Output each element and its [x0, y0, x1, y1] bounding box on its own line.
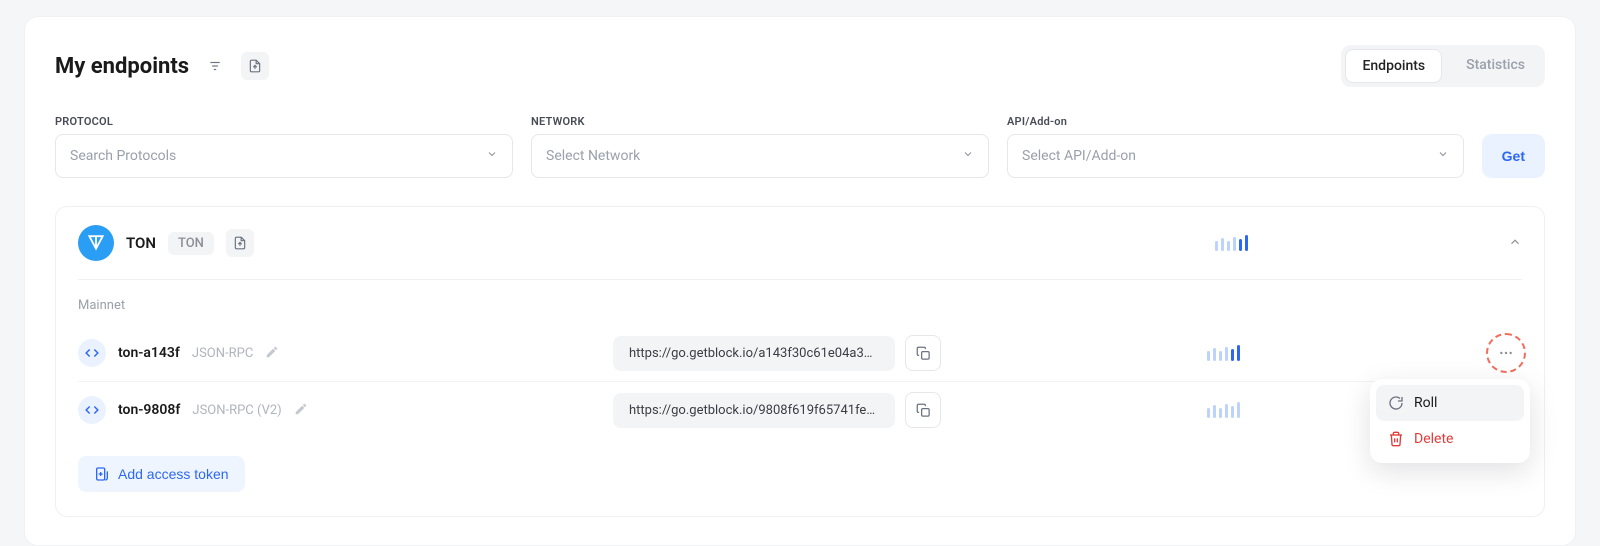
endpoint-type: JSON-RPC: [192, 346, 253, 361]
edit-icon[interactable]: [265, 344, 279, 363]
protocol-name: TON: [126, 234, 156, 252]
add-access-token-button[interactable]: Add access token: [78, 456, 245, 492]
page-title: My endpoints: [55, 54, 189, 79]
protocol-header: TON TON: [78, 225, 1522, 280]
api-placeholder: Select API/Add-on: [1022, 148, 1136, 164]
endpoint-row: ton-a143f JSON-RPC https://go.getblock.i…: [78, 325, 1522, 382]
main-panel: My endpoints Endpoints Statistics PROTOC…: [24, 16, 1576, 546]
chevron-down-icon: [1437, 148, 1449, 164]
filter-network: NETWORK Select Network: [531, 115, 989, 178]
network-section-label: Mainnet: [78, 298, 1522, 313]
protocol-export-icon[interactable]: [226, 229, 254, 257]
url-group: https://go.getblock.io/a143f30c61e04a34a…: [613, 335, 941, 371]
menu-delete[interactable]: Delete: [1376, 421, 1524, 457]
tab-endpoints[interactable]: Endpoints: [1345, 49, 1442, 83]
network-label: NETWORK: [531, 115, 989, 128]
title-wrap: My endpoints: [55, 52, 269, 80]
ton-logo-icon: [78, 225, 114, 261]
chevron-down-icon: [962, 148, 974, 164]
protocol-header-right: [1215, 234, 1522, 253]
add-token-label: Add access token: [118, 466, 229, 482]
collapse-icon[interactable]: [1508, 234, 1522, 253]
filter-api: API/Add-on Select API/Add-on: [1007, 115, 1464, 178]
endpoint-name: ton-a143f: [118, 345, 180, 361]
endpoint-row: ton-9808f JSON-RPC (V2) https://go.getbl…: [78, 382, 1522, 438]
filters-row: PROTOCOL Search Protocols NETWORK Select…: [55, 115, 1545, 178]
endpoint-left: ton-a143f JSON-RPC: [78, 339, 613, 367]
edit-icon[interactable]: [294, 401, 308, 420]
copy-icon[interactable]: [905, 335, 941, 371]
protocol-select[interactable]: Search Protocols: [55, 134, 513, 178]
api-select[interactable]: Select API/Add-on: [1007, 134, 1464, 178]
protocol-id: TON TON: [78, 225, 254, 261]
api-label: API/Add-on: [1007, 115, 1464, 128]
endpoint-name: ton-9808f: [118, 402, 180, 418]
endpoint-url[interactable]: https://go.getblock.io/a143f30c61e04a34a…: [613, 336, 895, 371]
view-tabs: Endpoints Statistics: [1341, 45, 1545, 87]
filter-icon[interactable]: [201, 52, 229, 80]
protocol-label: PROTOCOL: [55, 115, 513, 128]
protocol-badge: TON: [168, 232, 214, 255]
endpoint-left: ton-9808f JSON-RPC (V2): [78, 396, 613, 424]
network-select[interactable]: Select Network: [531, 134, 989, 178]
endpoint-url[interactable]: https://go.getblock.io/9808f619f65741feb…: [613, 393, 895, 428]
copy-icon[interactable]: [905, 392, 941, 428]
status-bars-icon: [1207, 345, 1240, 361]
protocol-placeholder: Search Protocols: [70, 148, 176, 164]
protocol-card: TON TON Mainnet ton: [55, 206, 1545, 517]
page-header: My endpoints Endpoints Statistics: [55, 45, 1545, 87]
status-bars-icon: [1207, 402, 1240, 418]
code-icon: [78, 339, 106, 367]
code-icon: [78, 396, 106, 424]
tab-statistics[interactable]: Statistics: [1450, 49, 1541, 83]
url-group: https://go.getblock.io/9808f619f65741feb…: [613, 392, 941, 428]
chevron-down-icon: [486, 148, 498, 164]
network-placeholder: Select Network: [546, 148, 640, 164]
status-bars-icon: [1215, 235, 1248, 251]
menu-roll-label: Roll: [1414, 395, 1437, 411]
more-options-button[interactable]: [1490, 337, 1522, 369]
get-button[interactable]: Get: [1482, 134, 1545, 178]
endpoint-type: JSON-RPC (V2): [192, 403, 281, 418]
export-icon[interactable]: [241, 52, 269, 80]
menu-roll[interactable]: Roll: [1376, 385, 1524, 421]
filter-protocol: PROTOCOL Search Protocols: [55, 115, 513, 178]
menu-delete-label: Delete: [1414, 431, 1453, 447]
context-menu: Roll Delete: [1370, 379, 1530, 463]
